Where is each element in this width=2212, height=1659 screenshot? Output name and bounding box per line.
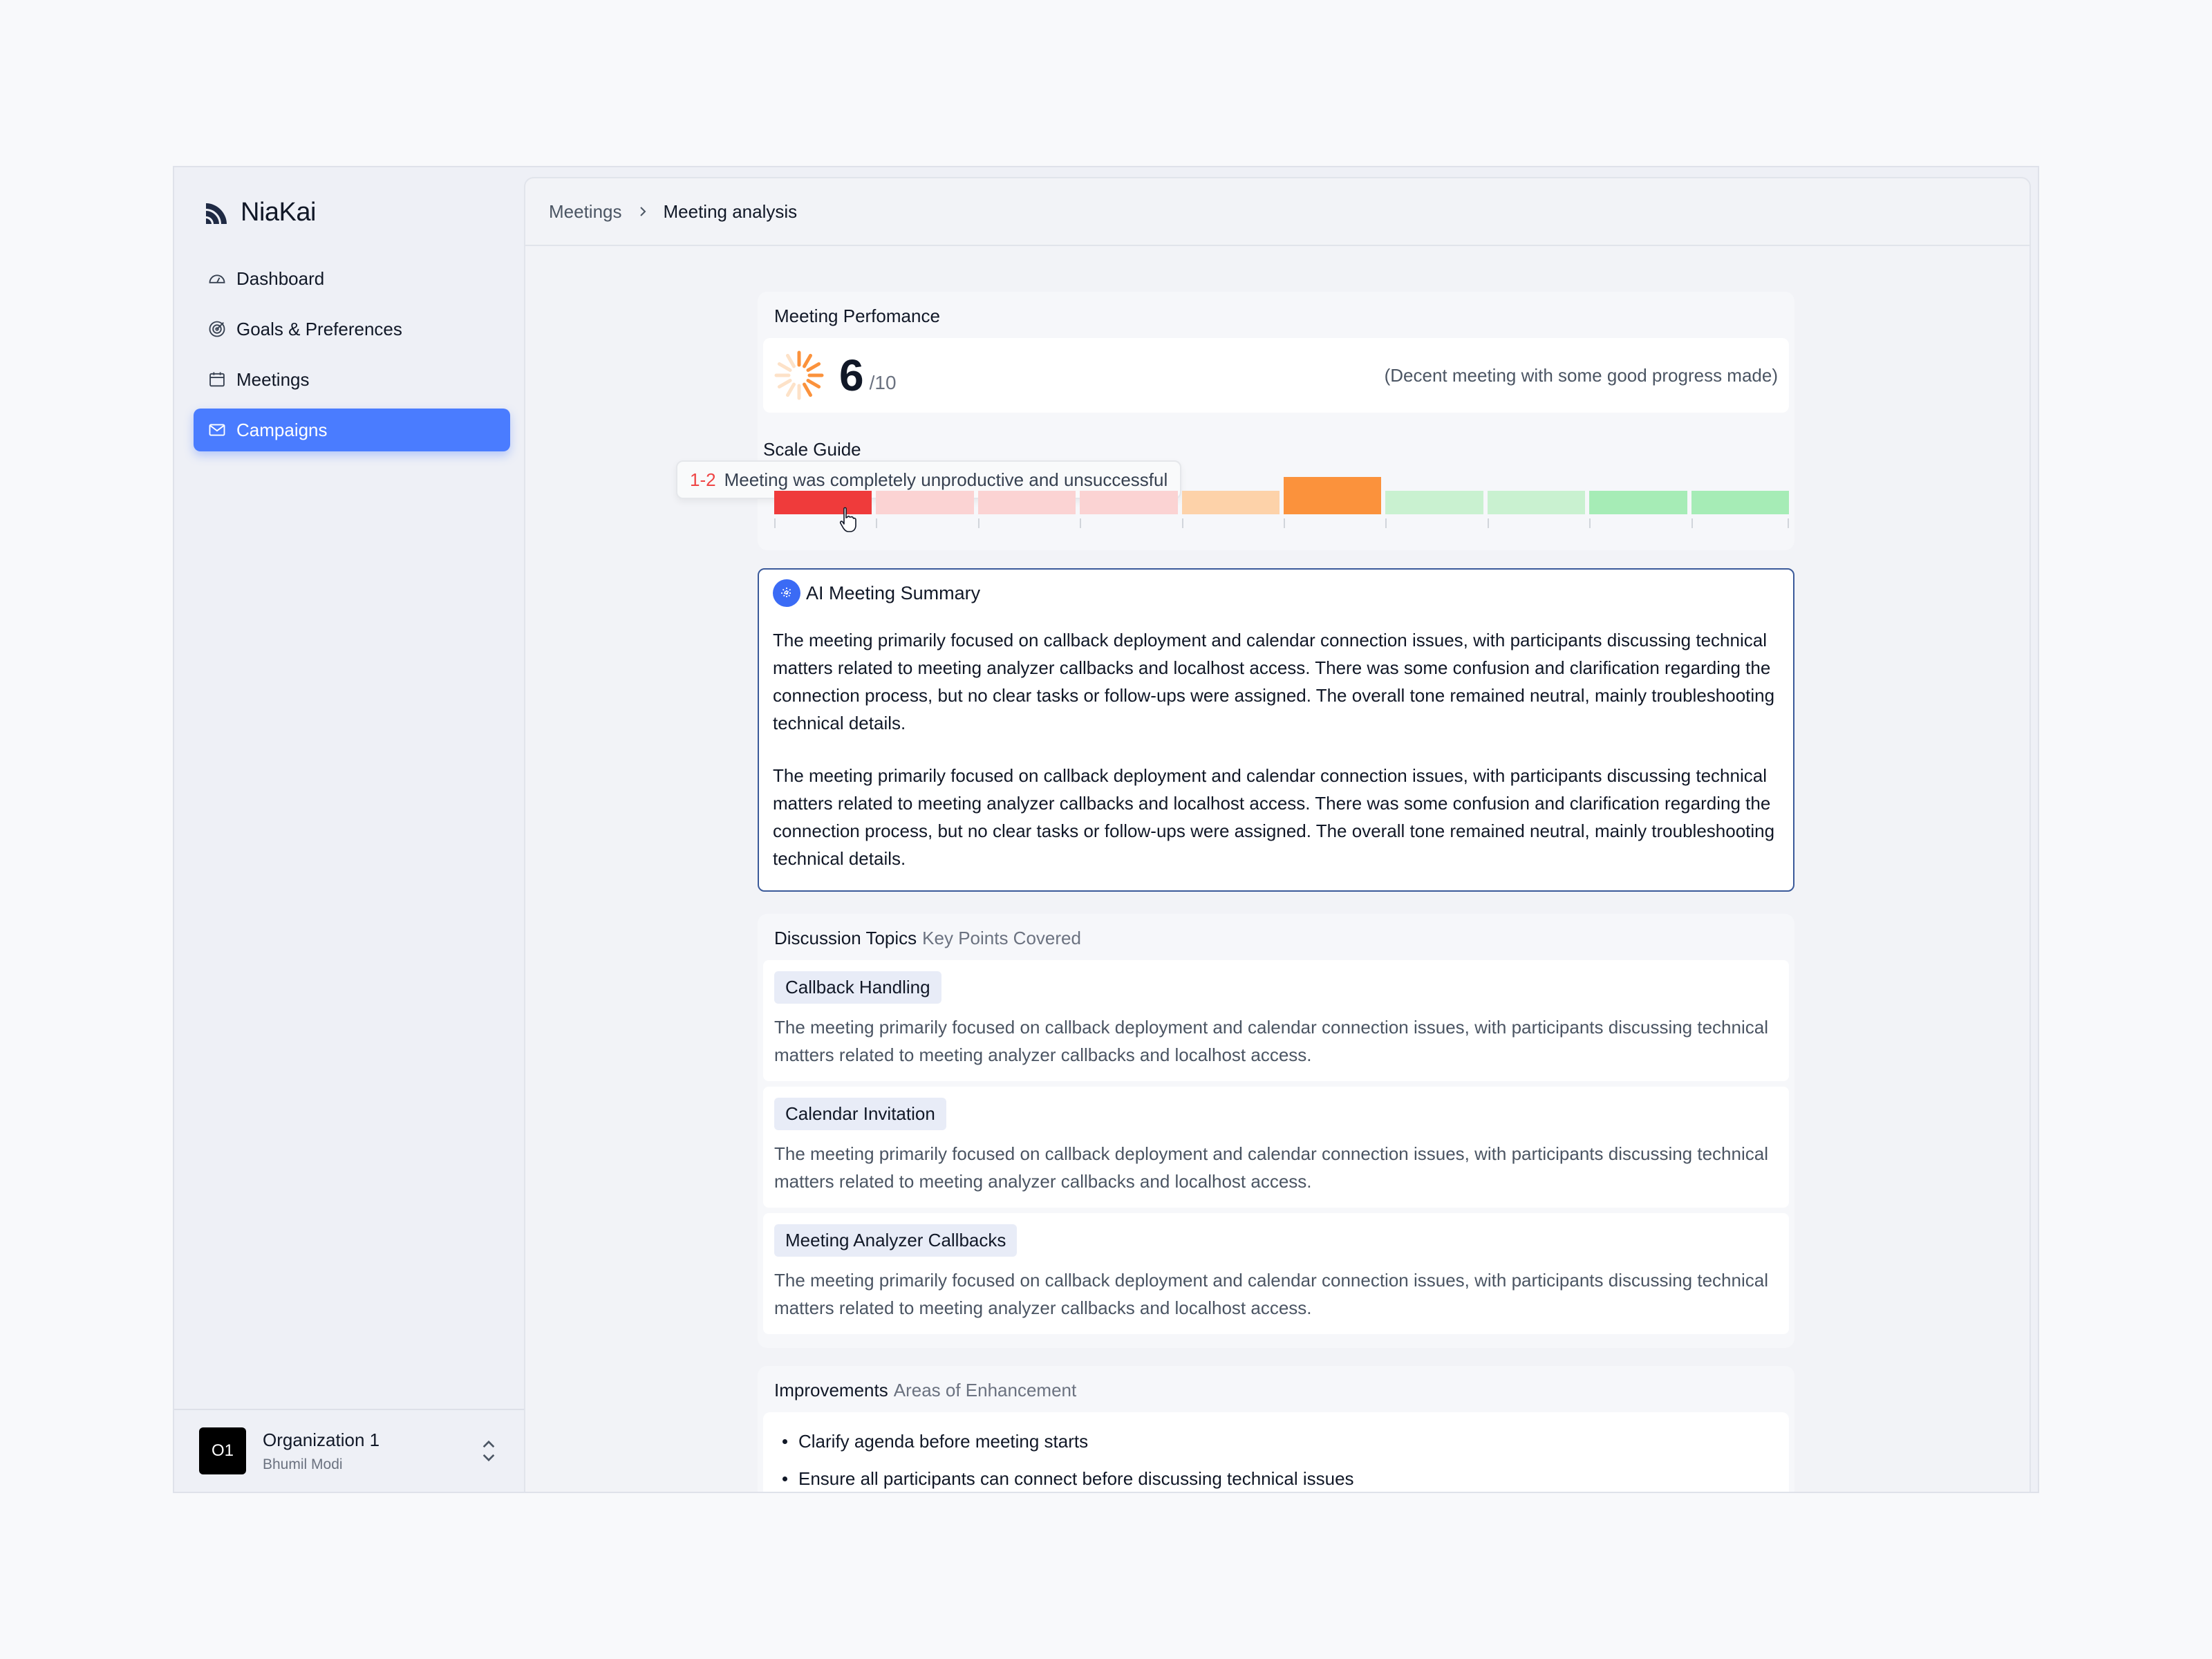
performance-title: Meeting Perfomance	[774, 306, 940, 326]
org-switcher[interactable]: O1 Organization 1 Bhumil Modi	[174, 1409, 524, 1492]
scale-guide: 1-2 Meeting was completely unproductive …	[676, 460, 1789, 542]
scale-segment[interactable]	[1385, 491, 1483, 514]
tooltip-text: Meeting was completely unproductive and …	[724, 469, 1168, 490]
performance-score-row: 6 /10 (Decent meeting with some good pro…	[763, 338, 1789, 413]
scale-tick	[774, 518, 776, 528]
topic-description: The meeting primarily focused on callbac…	[774, 1270, 1768, 1318]
org-info: Organization 1 Bhumil Modi	[263, 1430, 478, 1473]
ai-summary-header: AI Meeting Summary	[773, 579, 1779, 607]
scale-segment[interactable]	[876, 491, 974, 514]
spinner-icon	[774, 350, 824, 400]
topics-subtitle: Key Points Covered	[922, 928, 1081, 948]
topics-header: Discussion Topics Key Points Covered	[763, 922, 1789, 960]
mail-icon	[209, 424, 225, 436]
scale-segment[interactable]	[1080, 491, 1178, 514]
performance-card: Meeting Perfomance 6 /10 (Decent meeting…	[676, 292, 1794, 550]
scale-tick	[1284, 518, 1285, 528]
spinner-ray	[777, 379, 792, 388]
chevron-right-icon	[639, 207, 646, 216]
sidebar-item-label: Goals & Preferences	[236, 318, 402, 339]
improvements-list: Clarify agenda before meeting starts Ens…	[763, 1412, 1789, 1492]
improvements-card: Improvements Areas of Enhancement Clarify…	[758, 1366, 1794, 1492]
discussion-topics-card: Discussion Topics Key Points Covered Call…	[758, 914, 1794, 1348]
improvements-title: Improvements	[774, 1380, 888, 1400]
spinner-ray	[806, 379, 821, 388]
topic-chip: Calendar Invitation	[774, 1098, 946, 1130]
scale-segment[interactable]	[1284, 477, 1382, 514]
topic-chip: Callback Handling	[774, 971, 941, 1004]
brand-name: NiaKai	[241, 198, 316, 227]
sidebar-item-dashboard[interactable]: Dashboard	[194, 257, 510, 300]
score-denominator: /10	[869, 372, 897, 393]
sidebar: NiaKai Dashboard Goals & Preferences Mee…	[174, 167, 524, 1492]
brand-logo[interactable]: NiaKai	[203, 198, 316, 227]
ai-summary-title: AI Meeting Summary	[806, 582, 981, 603]
org-name: Organization 1	[263, 1429, 380, 1450]
scale-tick	[876, 518, 878, 528]
spinner-ray	[803, 382, 812, 397]
tooltip-range: 1-2	[690, 469, 716, 490]
topic-description: The meeting primarily focused on callbac…	[774, 1017, 1768, 1065]
breadcrumb-current: Meeting analysis	[663, 200, 798, 222]
summary-paragraph: The meeting primarily focused on callbac…	[773, 765, 1775, 869]
spinner-ray	[786, 382, 796, 397]
breadcrumb-meetings[interactable]: Meetings	[549, 201, 622, 223]
main-panel: Meetings Meeting analysis Meeting Perfom…	[524, 177, 2031, 1492]
scale-segment[interactable]	[977, 491, 1076, 514]
sidebar-item-label: Dashboard	[236, 268, 325, 289]
sidebar-item-goals[interactable]: Goals & Preferences	[194, 308, 510, 350]
spinner-ray	[786, 353, 796, 368]
gauge-icon	[209, 274, 225, 283]
scale-tick	[1589, 518, 1591, 528]
sidebar-item-meetings[interactable]: Meetings	[194, 358, 510, 401]
scale-segment[interactable]	[1589, 491, 1687, 514]
sidebar-item-campaigns[interactable]: Campaigns	[194, 409, 510, 451]
scale-tick	[1691, 518, 1693, 528]
summary-paragraph: The meeting primarily focused on callbac…	[773, 630, 1775, 733]
app-window: NiaKai Dashboard Goals & Preferences Mee…	[173, 166, 2039, 1493]
score-value: 6	[839, 350, 864, 400]
score-description: (Decent meeting with some good progress …	[1384, 364, 1778, 386]
target-icon	[209, 321, 225, 337]
scale-tick	[977, 518, 980, 528]
topic-item: Callback Handling The meeting primarily …	[763, 960, 1789, 1081]
org-avatar: O1	[199, 1427, 246, 1474]
scale-tick	[1788, 518, 1789, 528]
sidebar-item-label: Campaigns	[236, 419, 328, 440]
topic-chip: Meeting Analyzer Callbacks	[774, 1224, 1018, 1257]
hand-cursor-icon	[839, 507, 856, 532]
spinner-ray	[777, 362, 792, 372]
sidebar-nav: Dashboard Goals & Preferences Meetings C…	[194, 257, 510, 459]
scale-tick	[1080, 518, 1082, 528]
scale-tick	[1385, 518, 1387, 528]
improvements-subtitle: Areas of Enhancement	[893, 1380, 1077, 1400]
sparkle-icon	[773, 579, 800, 607]
spinner-ray	[806, 362, 821, 372]
topics-title: Discussion Topics	[774, 928, 917, 948]
scale-segment[interactable]	[1181, 491, 1280, 514]
topic-item: Meeting Analyzer Callbacks The meeting p…	[763, 1213, 1789, 1334]
analysis-content: Meeting Perfomance 6 /10 (Decent meeting…	[676, 292, 1794, 1492]
breadcrumb: Meetings Meeting analysis	[525, 178, 2030, 246]
spinner-ray	[803, 353, 812, 368]
scale-tick	[1181, 518, 1183, 528]
topic-item: Calendar Invitation The meeting primaril…	[763, 1087, 1789, 1208]
improvements-header: Improvements Areas of Enhancement	[763, 1374, 1789, 1412]
scale-segment[interactable]	[1691, 491, 1789, 514]
calendar-icon	[209, 372, 225, 387]
sidebar-item-label: Meetings	[236, 368, 310, 390]
scale-segment[interactable]	[1487, 491, 1586, 514]
improvement-item: Ensure all participants can connect befo…	[782, 1465, 1770, 1492]
scale-tick	[1487, 518, 1489, 528]
org-user: Bhumil Modi	[263, 1456, 343, 1472]
niakai-logo-icon	[206, 203, 227, 224]
ai-summary-card: AI Meeting Summary The meeting primarily…	[758, 568, 1794, 892]
scale-guide-title: Scale Guide	[763, 439, 861, 460]
chevron-up-down-icon[interactable]	[478, 1436, 499, 1466]
improvement-item: Clarify agenda before meeting starts	[782, 1427, 1770, 1455]
topic-description: The meeting primarily focused on callbac…	[774, 1143, 1768, 1192]
